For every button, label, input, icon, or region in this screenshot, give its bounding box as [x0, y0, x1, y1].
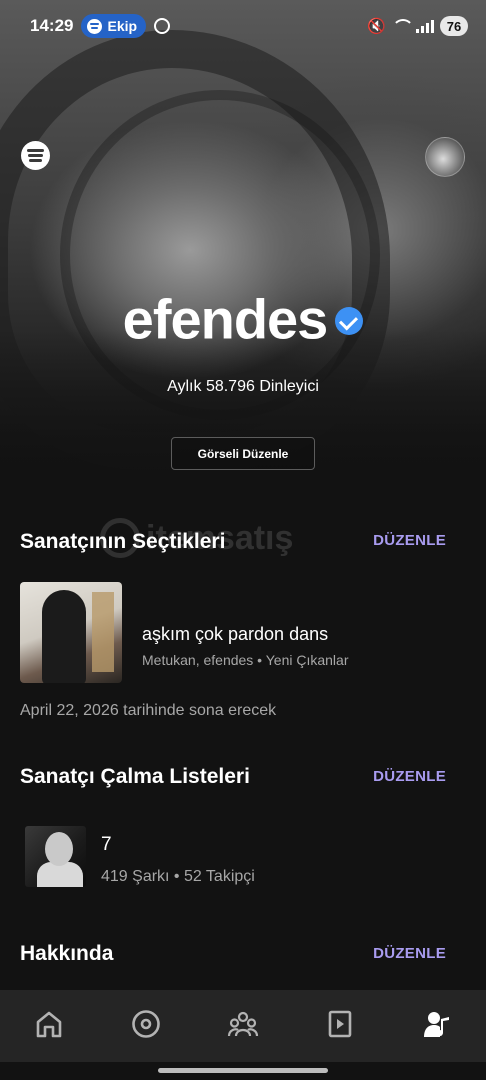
artist-pick-expiry: April 22, 2026 tarihinde sona erecek: [20, 702, 277, 719]
music-disc-icon[interactable]: [116, 994, 176, 1054]
battery-badge: 76: [440, 16, 468, 36]
gesture-bar[interactable]: [158, 1068, 328, 1073]
artist-pick-edit-button[interactable]: DÜZENLE: [373, 532, 446, 549]
artist-pick-cover[interactable]: [20, 582, 122, 683]
ekip-pill[interactable]: Ekip: [81, 14, 147, 38]
whatsapp-icon: [154, 18, 171, 34]
artist-pick-track-subtitle: Metukan, efendes • Yeni Çıkanlar: [142, 652, 349, 668]
verified-badge-icon: [335, 307, 364, 336]
status-time: 14:29: [30, 16, 74, 35]
audience-icon[interactable]: [213, 994, 273, 1054]
profile-avatar[interactable]: [425, 137, 465, 177]
spotify-small-icon: [87, 18, 103, 34]
wifi-icon: [392, 19, 414, 33]
artist-name-heading: efendes: [0, 282, 486, 352]
monthly-listeners: Aylık 58.796 Dinleyici: [167, 378, 319, 395]
playlist-title[interactable]: 7: [101, 834, 112, 856]
artist-pick-track-title[interactable]: aşkım çok pardon dans: [142, 624, 328, 645]
about-edit-button[interactable]: DÜZENLE: [373, 945, 446, 962]
artist-name: efendes: [122, 287, 329, 351]
signal-icon: [416, 19, 434, 33]
ekip-label: Ekip: [107, 18, 138, 34]
artist-pick-title: Sanatçının Seçtikleri: [20, 530, 226, 553]
status-bar: 14:29 Ekip 🔇 76: [0, 0, 486, 52]
home-icon[interactable]: [19, 994, 79, 1054]
artist-playlists-edit-button[interactable]: DÜZENLE: [373, 768, 446, 785]
video-icon[interactable]: [310, 994, 370, 1054]
mute-icon: 🔇: [367, 18, 386, 35]
profile-music-icon[interactable]: [407, 994, 467, 1054]
about-title: Hakkında: [20, 942, 114, 965]
playlist-cover[interactable]: [25, 826, 86, 887]
edit-image-button[interactable]: Görseli Düzenle: [171, 437, 315, 470]
playlist-subtitle: 419 Şarkı • 52 Takipçi: [101, 868, 255, 885]
spotify-logo-icon: [21, 141, 50, 170]
artist-playlists-title: Sanatçı Çalma Listeleri: [20, 765, 250, 788]
bottom-nav: [0, 990, 486, 1062]
hero-header-image: [0, 0, 486, 490]
